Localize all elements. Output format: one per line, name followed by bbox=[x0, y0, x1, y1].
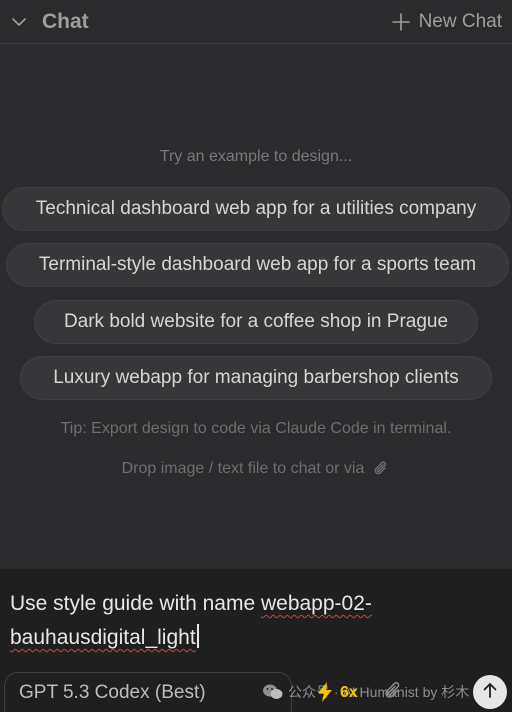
send-button[interactable] bbox=[473, 675, 507, 709]
chat-panel: Chat New Chat Try an example to design..… bbox=[0, 0, 512, 712]
model-selector[interactable]: GPT 5.3 Codex (Best) bbox=[4, 672, 292, 712]
export-tip: Tip: Export design to code via Claude Co… bbox=[60, 420, 452, 437]
attachment-icon[interactable] bbox=[382, 680, 404, 702]
chat-header: Chat New Chat bbox=[0, 0, 512, 44]
example-suggestion[interactable]: Dark bold website for a coffee shop in P… bbox=[34, 300, 478, 344]
new-chat-label: New Chat bbox=[418, 10, 502, 32]
new-chat-button[interactable]: New Chat bbox=[391, 11, 502, 33]
wechat-icon bbox=[262, 683, 284, 701]
example-suggestion[interactable]: Terminal-style dashboard web app for a s… bbox=[6, 243, 509, 287]
message-text: Use style guide with name bbox=[10, 592, 261, 615]
text-caret bbox=[196, 624, 199, 648]
model-label: GPT 5.3 Codex (Best) bbox=[19, 681, 206, 703]
header-left: Chat bbox=[10, 10, 89, 34]
speed-multiplier[interactable]: 6x bbox=[340, 684, 358, 702]
composer-toolbar: 公众号 · AI Humanist by 杉木 bbox=[262, 676, 469, 708]
example-suggestion[interactable]: Luxury webapp for managing barbershop cl… bbox=[20, 356, 492, 400]
drop-hint-text: Drop image / text file to chat or via bbox=[121, 460, 365, 477]
drop-hint: Drop image / text file to chat or via bbox=[0, 460, 512, 478]
plus-icon bbox=[391, 12, 411, 32]
arrow-up-icon bbox=[481, 681, 499, 704]
message-input[interactable]: Use style guide with name webapp-02- bau… bbox=[10, 587, 500, 655]
example-suggestion[interactable]: Technical dashboard web app for a utilit… bbox=[2, 187, 510, 231]
lightning-icon bbox=[316, 682, 334, 702]
paperclip-icon[interactable] bbox=[372, 460, 390, 478]
chat-title: Chat bbox=[42, 9, 89, 33]
examples-hint: Try an example to design... bbox=[159, 148, 353, 165]
misspelled-word: bauhausdigital_light bbox=[10, 626, 196, 649]
chevron-down-icon[interactable] bbox=[10, 13, 28, 31]
misspelled-word: webapp-02- bbox=[260, 592, 372, 615]
